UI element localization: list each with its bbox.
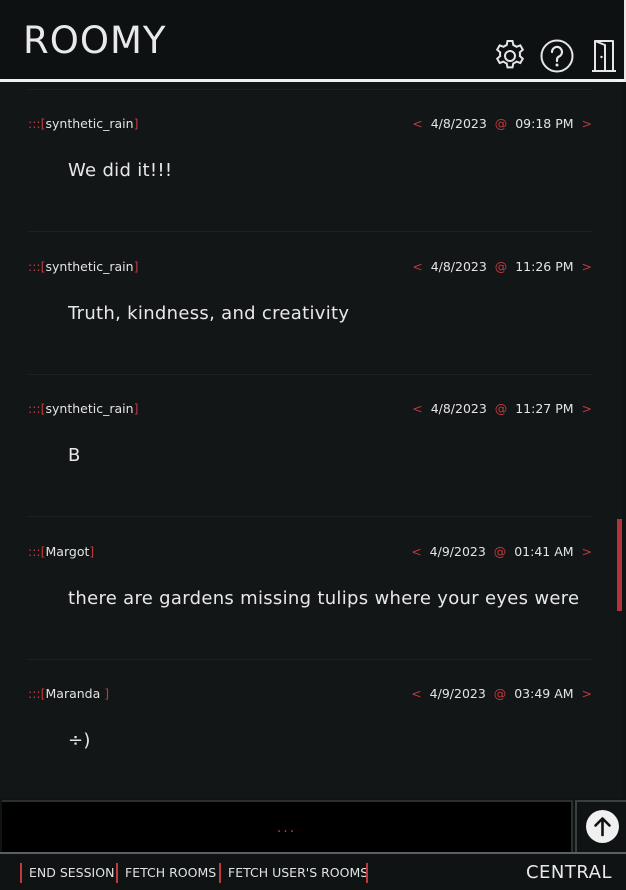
- message-author[interactable]: :::[synthetic_rain]: [28, 116, 138, 131]
- message-text: B: [68, 445, 81, 466]
- message-header: :::[Maranda ] < 4/9/2023 @ 03:49 AM >: [28, 686, 592, 706]
- message-timestamp: < 4/8/2023 @ 11:27 PM >: [412, 401, 592, 416]
- message-text: there are gardens missing tulips where y…: [68, 588, 580, 609]
- message-list[interactable]: :::[synthetic_rain] < 4/8/2023 @ 09:18 P…: [0, 82, 622, 798]
- fetch-rooms-button[interactable]: FETCH ROOMS: [125, 865, 216, 880]
- message-header: :::[synthetic_rain] < 4/8/2023 @ 09:18 P…: [28, 116, 592, 136]
- end-session-button[interactable]: END SESSION: [29, 865, 114, 880]
- message-divider: [28, 516, 592, 517]
- current-room-label: CENTRAL: [525, 862, 612, 883]
- message-author[interactable]: :::[Margot]: [28, 544, 94, 559]
- help-icon[interactable]: [539, 38, 575, 74]
- message-divider: [28, 374, 592, 375]
- message-author[interactable]: :::[synthetic_rain]: [28, 259, 138, 274]
- send-area: [575, 800, 626, 852]
- arrow-up-icon: [594, 817, 611, 837]
- message-timestamp: < 4/8/2023 @ 11:26 PM >: [412, 259, 592, 274]
- gear-icon[interactable]: [492, 38, 528, 74]
- footer-bar: END SESSION FETCH ROOMS FETCH USER'S ROO…: [0, 852, 626, 890]
- message-author[interactable]: :::[synthetic_rain]: [28, 401, 138, 416]
- message-divider: [28, 659, 592, 660]
- door-exit-icon[interactable]: [586, 38, 622, 74]
- message: :::[synthetic_rain] < 4/8/2023 @ 11:27 P…: [28, 401, 592, 466]
- message: :::[synthetic_rain] < 4/8/2023 @ 11:26 P…: [28, 259, 592, 324]
- scrollbar-thumb[interactable]: [617, 519, 622, 611]
- send-button[interactable]: [586, 810, 619, 843]
- footer-separator: [116, 863, 118, 883]
- message: :::[Margot] < 4/9/2023 @ 01:41 AM > ther…: [28, 544, 592, 609]
- app-title: ROOMY: [23, 19, 167, 62]
- message-header: :::[synthetic_rain] < 4/8/2023 @ 11:26 P…: [28, 259, 592, 279]
- footer-separator: [366, 863, 368, 883]
- message-timestamp: < 4/9/2023 @ 03:49 AM >: [411, 686, 592, 701]
- footer-separator: [20, 863, 22, 883]
- message-timestamp: < 4/8/2023 @ 09:18 PM >: [412, 116, 592, 131]
- message-input[interactable]: ...: [2, 800, 573, 852]
- message-header: :::[synthetic_rain] < 4/8/2023 @ 11:27 P…: [28, 401, 592, 421]
- fetch-user-rooms-button[interactable]: FETCH USER'S ROOMS: [228, 865, 368, 880]
- typing-indicator: ...: [276, 820, 297, 836]
- message-timestamp: < 4/9/2023 @ 01:41 AM >: [411, 544, 592, 559]
- app-header: ROOMY: [0, 0, 626, 82]
- message: :::[Maranda ] < 4/9/2023 @ 03:49 AM > ÷): [28, 686, 592, 751]
- footer-separator: [219, 863, 221, 883]
- message-header: :::[Margot] < 4/9/2023 @ 01:41 AM >: [28, 544, 592, 564]
- message-author[interactable]: :::[Maranda ]: [28, 686, 109, 701]
- message: :::[synthetic_rain] < 4/8/2023 @ 09:18 P…: [28, 116, 592, 181]
- message-text: ÷): [68, 730, 91, 751]
- message-divider: [28, 89, 592, 90]
- message-text: Truth, kindness, and creativity: [68, 303, 350, 324]
- message-divider: [28, 231, 592, 232]
- message-text: We did it!!!: [68, 160, 173, 181]
